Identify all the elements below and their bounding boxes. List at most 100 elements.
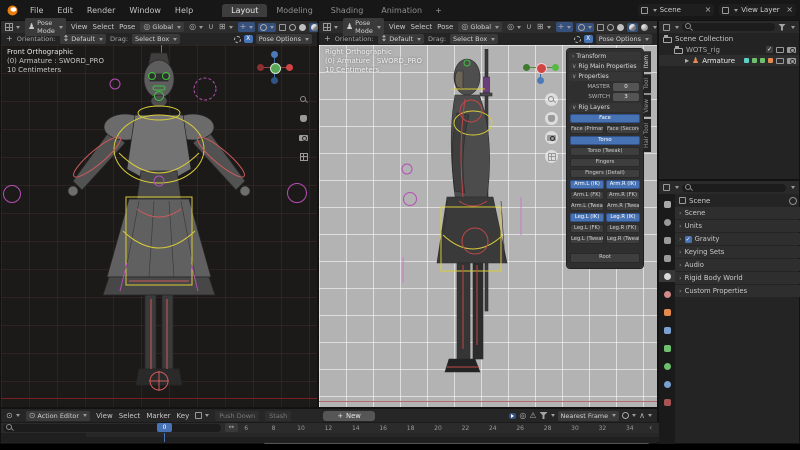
outliner-row-wots-rig[interactable]: WOTS_rig✓ — [659, 44, 799, 55]
axis-y-center[interactable] — [270, 63, 281, 74]
rig-layer-fingers-detail[interactable]: Fingers (Detail) — [570, 169, 640, 179]
camera-view-icon[interactable] — [297, 131, 310, 144]
panel-rig-layers[interactable]: ∨Rig Layers — [569, 103, 641, 112]
properties-tab-object-data[interactable] — [659, 342, 675, 354]
snapping-dropdown[interactable]: ⊞ — [219, 23, 233, 31]
overlays-toggle[interactable] — [576, 23, 594, 32]
only-selected-toggle[interactable] — [509, 413, 516, 419]
workspace-tab-modeling[interactable]: Modeling — [267, 4, 321, 17]
gear-icon[interactable] — [234, 36, 241, 43]
browse-action-icon[interactable] — [195, 412, 209, 419]
snap-mode-dropdown[interactable]: Nearest Frame — [558, 411, 620, 421]
character-model-side[interactable] — [389, 49, 589, 405]
properties-tab-render[interactable] — [659, 216, 675, 228]
axis-x-center[interactable] — [536, 63, 547, 74]
menu-window[interactable]: Window — [129, 6, 161, 15]
panel-rig-main-properties[interactable]: ∨Rig Main Properties — [569, 62, 641, 71]
rig-layer-arm-r-tweak[interactable]: Arm.R (Tweak) — [606, 202, 640, 212]
character-model-front[interactable] — [59, 49, 259, 405]
scene-name[interactable]: Scene — [660, 6, 702, 14]
perspective-grid-icon[interactable] — [297, 150, 310, 163]
n-panel-tab-item[interactable]: Item — [643, 51, 651, 72]
pose-options-dropdown[interactable]: Pose Options — [596, 34, 652, 44]
properties-tab-view-layer[interactable] — [659, 252, 675, 264]
rig-layer-fingers[interactable]: Fingers — [570, 158, 640, 168]
rig-layer-arm-l-fk[interactable]: Arm.L (FK) — [570, 191, 604, 201]
display-mode-icon[interactable] — [663, 24, 670, 31]
properties-tab-scene[interactable] — [659, 270, 675, 282]
rig-layer-arm-l-ik[interactable]: Arm.L (IK) — [570, 180, 604, 190]
dope-menu-key[interactable]: Key — [177, 412, 190, 420]
x-mirror-toggle[interactable]: X — [244, 35, 253, 43]
checkbox-icon[interactable]: ✓ — [766, 46, 773, 53]
warning-icon[interactable]: ⚠ — [529, 412, 536, 420]
axis-y-pos[interactable] — [552, 64, 559, 71]
rig-layer-torso[interactable]: Torso — [570, 136, 640, 146]
n-panel-tab-tool[interactable]: Tool — [643, 74, 651, 93]
outliner-row-armature[interactable]: ▸♟Armature — [659, 55, 799, 66]
orientation-dropdown[interactable]: ◎Global — [140, 22, 184, 32]
pan-hand-icon[interactable] — [545, 112, 558, 125]
push-down-button[interactable]: Push Down — [215, 411, 259, 421]
rig-control-ring[interactable] — [3, 185, 21, 203]
gizmo-toggle[interactable]: + — [556, 22, 574, 32]
viewport-menu-select[interactable]: Select — [411, 23, 433, 31]
camera-icon[interactable] — [787, 47, 796, 53]
properties-tab-physics[interactable] — [659, 378, 675, 390]
rig-layer-arm-l-tweak[interactable]: Arm.L (Tweak) — [570, 202, 604, 212]
unlink-scene-icon[interactable]: × — [705, 6, 712, 14]
view-axis-gizmo[interactable] — [523, 51, 559, 87]
viewport-canvas-side[interactable]: Right Orthographic (0) Armature : SWORD_… — [319, 45, 657, 407]
properties-panel-units[interactable]: ›Units — [675, 220, 800, 232]
playhead[interactable]: 0 — [157, 423, 172, 432]
rig-layer-leg-l-ik[interactable]: Leg.L (IK) — [570, 213, 604, 223]
shading-solid-icon[interactable] — [299, 24, 306, 31]
outliner-row-scene-collection[interactable]: Scene Collection — [659, 33, 799, 44]
view-axis-gizmo[interactable] — [257, 51, 293, 87]
rig-layer-face-second[interactable]: Face (Second.. — [606, 125, 640, 135]
axis-x-neg[interactable] — [257, 64, 264, 71]
overlays-toggle[interactable] — [258, 23, 276, 32]
outliner-search-input[interactable] — [682, 23, 775, 31]
monitor-icon[interactable] — [776, 58, 784, 64]
viewport-menu-pose[interactable]: Pose — [119, 23, 135, 31]
properties-tab-bone[interactable] — [659, 360, 675, 372]
shading-material-icon[interactable] — [627, 23, 638, 32]
properties-panel-gravity[interactable]: ›✓Gravity — [675, 233, 800, 245]
rig-layer-leg-r-tweak[interactable]: Leg.R (Tweak) — [606, 235, 640, 245]
snapping-dropdown[interactable]: ⊞ — [537, 23, 551, 31]
editor-type-dropdown[interactable] — [5, 23, 20, 31]
rig-layer-face[interactable]: Face — [570, 114, 640, 124]
shading-wireframe-icon[interactable] — [289, 24, 296, 31]
view-layer-name[interactable]: View Layer — [741, 6, 783, 14]
pivot-point-dropdown[interactable]: ◎ — [189, 23, 203, 31]
rig-layer-leg-r-fk[interactable]: Leg.R (FK) — [606, 224, 640, 234]
properties-panel-keying-sets[interactable]: ›Keying Sets — [675, 246, 800, 258]
properties-panel-audio[interactable]: ›Audio — [675, 259, 800, 271]
add-workspace-button[interactable]: + — [431, 4, 446, 17]
filter-icon[interactable] — [778, 24, 786, 31]
axis-z-pos[interactable] — [271, 51, 278, 58]
properties-tab-object[interactable] — [659, 306, 675, 318]
pose-options-dropdown[interactable]: Pose Options — [256, 34, 312, 44]
workspace-tab-layout[interactable]: Layout — [222, 4, 267, 17]
rig-layer-leg-l-tweak[interactable]: Leg.L (Tweak) — [570, 235, 604, 245]
menu-file[interactable]: File — [30, 6, 43, 15]
perspective-grid-icon[interactable] — [545, 150, 558, 163]
orientation-select[interactable]: ↕Default — [378, 34, 424, 44]
expand-icon[interactable]: ▸ — [685, 57, 689, 65]
viewport-menu-view[interactable]: View — [389, 23, 406, 31]
collapse-region-icon[interactable]: ‹ — [649, 423, 652, 432]
dope-menu-view[interactable]: View — [96, 412, 113, 420]
monitor-icon[interactable] — [776, 47, 784, 53]
timeline-channels[interactable] — [1, 433, 659, 442]
channel-search-input[interactable] — [3, 424, 221, 432]
field-value[interactable]: 0 — [613, 83, 639, 91]
pan-hand-icon[interactable] — [297, 112, 310, 125]
viewport-menu-pose[interactable]: Pose — [437, 23, 453, 31]
orientation-select[interactable]: ↕Default — [60, 34, 106, 44]
rig-layer-root[interactable]: Root — [570, 253, 640, 263]
menu-help[interactable]: Help — [175, 6, 193, 15]
properties-panel-scene[interactable]: ›Scene — [675, 207, 800, 219]
proportional-edit-dropdown[interactable] — [622, 412, 636, 419]
